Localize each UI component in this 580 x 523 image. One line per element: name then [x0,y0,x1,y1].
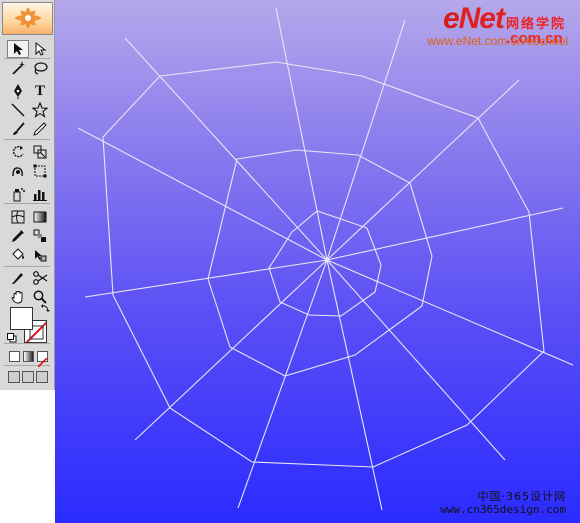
free-transform-icon [33,164,47,178]
pencil-tool[interactable] [29,120,51,138]
symbol-sprayer-tool[interactable] [7,185,29,203]
eyedropper-icon [12,230,24,242]
toolbox-divider [4,58,50,59]
web-ring-inner [268,210,382,317]
toolbox-divider [4,266,50,267]
slice-knife-icon [12,273,23,284]
none-mode-button[interactable] [37,351,48,368]
pen-nib-icon [14,84,22,99]
screen-mode-menu-button[interactable] [22,371,34,383]
lasso-tool[interactable] [29,59,51,77]
rotate-icon [12,145,24,158]
free-transform-tool[interactable] [29,162,51,180]
default-colors-icon[interactable] [7,333,17,343]
web-radial [326,207,564,261]
gradient-icon [33,211,47,223]
warp-tool[interactable] [7,162,29,180]
screen-mode-standard-button[interactable] [8,371,20,383]
mesh-tool[interactable] [7,208,29,226]
magic-wand-icon [12,61,25,75]
scale-tool[interactable] [29,143,51,161]
swap-colors-icon[interactable] [40,303,50,313]
web-radial [237,259,328,509]
paint-selection-icon [35,250,47,262]
toolbox-header-logo[interactable] [2,2,53,35]
warp-icon [12,167,23,177]
fill-stroke-swatches [7,303,50,343]
blend-tool[interactable] [29,227,51,245]
column-graph-tool[interactable] [29,185,51,203]
spider-web-artwork [77,7,574,511]
line-segment-icon [11,103,25,117]
web-ring-middle [207,149,433,377]
enet-logo-e: e [442,2,460,35]
web-radial [124,37,328,261]
artboard-canvas[interactable]: e Net 网络学院 .com.cn www.eNet.com.cn/escho… [55,0,580,523]
gradient-mode-button[interactable] [23,351,34,362]
selection-tool[interactable] [7,40,29,58]
paint-bucket-icon [12,248,24,260]
enet-url: www.eNet.com.cn/eschool [427,34,568,48]
web-ring-outer [102,61,545,468]
blend-icon [33,229,46,242]
web-radial [326,259,383,511]
screen-mode-full-button[interactable] [36,371,48,383]
selection-arrow-icon [14,43,23,55]
scale-icon [33,145,47,159]
none-slash-icon [37,357,48,368]
toolbox-divider [4,203,50,204]
star-tool[interactable] [29,101,51,119]
slice-tool[interactable] [7,269,29,287]
gradient-tool[interactable] [29,208,51,226]
toolbox-divider [4,343,50,344]
live-paint-bucket-tool[interactable] [7,246,29,264]
line-segment-tool[interactable] [7,101,29,119]
symbol-sprayer-icon [13,188,25,202]
lasso-icon [34,62,48,75]
web-radial [326,259,506,461]
scissors-tool[interactable] [29,269,51,287]
color-mode-button[interactable] [9,351,20,362]
web-radial [275,7,328,261]
eyedropper-tool[interactable] [7,227,29,245]
mesh-icon [11,210,25,224]
star-icon [32,102,48,118]
live-paint-selection-tool[interactable] [29,246,51,264]
enet-logo-net: Net [458,2,505,35]
flower-logo-icon [15,8,41,28]
direct-selection-arrow-icon [35,41,47,56]
type-tool-icon: T [34,82,45,99]
fill-swatch[interactable] [10,307,33,330]
cn365-title: 中国·365设计网 [477,490,566,503]
web-radial [134,259,328,441]
cn365-url: www.cn365design.com [440,503,566,516]
web-radials [77,7,574,511]
paintbrush-tool[interactable] [7,120,29,138]
column-graph-icon [33,190,47,201]
web-radial [77,127,328,261]
rotate-tool[interactable] [7,143,29,161]
tools-panel: T [0,0,55,390]
cn365-watermark: 中国·365设计网 www.cn365design.com [440,490,566,516]
pencil-icon [33,122,47,136]
toolbox-divider [4,139,50,140]
pen-tool[interactable] [7,82,29,100]
web-radial [84,259,328,298]
magic-wand-tool[interactable] [7,59,29,77]
direct-selection-tool[interactable] [29,40,51,58]
paintbrush-icon [13,122,25,135]
enet-logo: e Net 网络学院 .com.cn [443,2,566,46]
type-tool[interactable]: T [29,82,51,100]
scissors-icon [33,271,48,285]
